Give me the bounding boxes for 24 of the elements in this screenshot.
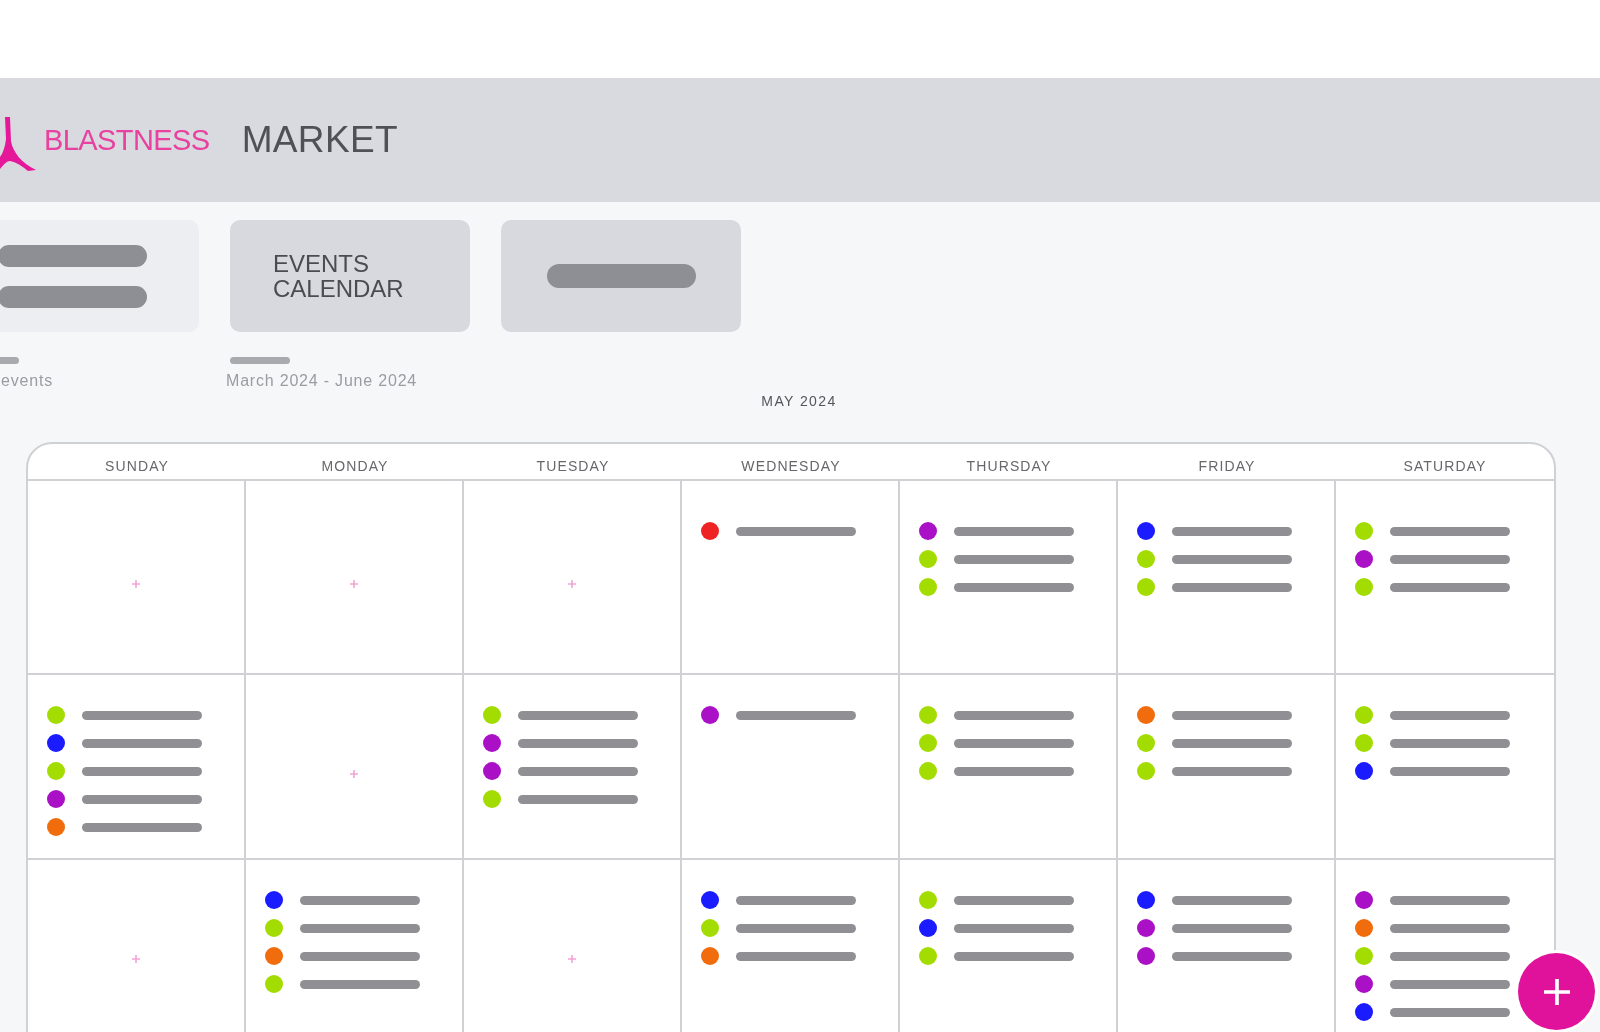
plus-icon[interactable] [568,580,576,588]
month-title: MAY 2024 [761,393,837,409]
weekday-label: MONDAY [321,459,389,474]
plus-icon[interactable] [568,954,576,963]
plus-icon[interactable] [132,580,140,588]
weekday-label: THURSDAY [966,459,1052,474]
weekday-label: TUESDAY [536,459,610,474]
nav-tile[interactable]: EVENTS CALENDAR [230,220,470,332]
nav-tile[interactable] [501,220,741,332]
weekday-label: SUNDAY [105,459,169,474]
text-placeholder-bar [230,357,290,364]
plus-icon[interactable] [350,580,358,588]
tower-logo-icon [0,117,36,171]
logo-wordmark: BLASTNESS [44,124,210,156]
weekday-label: SATURDAY [1403,459,1487,474]
weekday-label: FRIDAY [1198,459,1256,474]
nav-tile[interactable] [0,220,199,332]
add-button[interactable] [1518,953,1595,1030]
weekday-label: WEDNESDAY [741,459,841,474]
plus-icon[interactable] [132,954,140,963]
card-caption: events [1,371,53,390]
plus-icon[interactable] [350,769,358,778]
card-caption: March 2024 - June 2024 [226,371,418,390]
page-title: MARKET [241,120,399,160]
